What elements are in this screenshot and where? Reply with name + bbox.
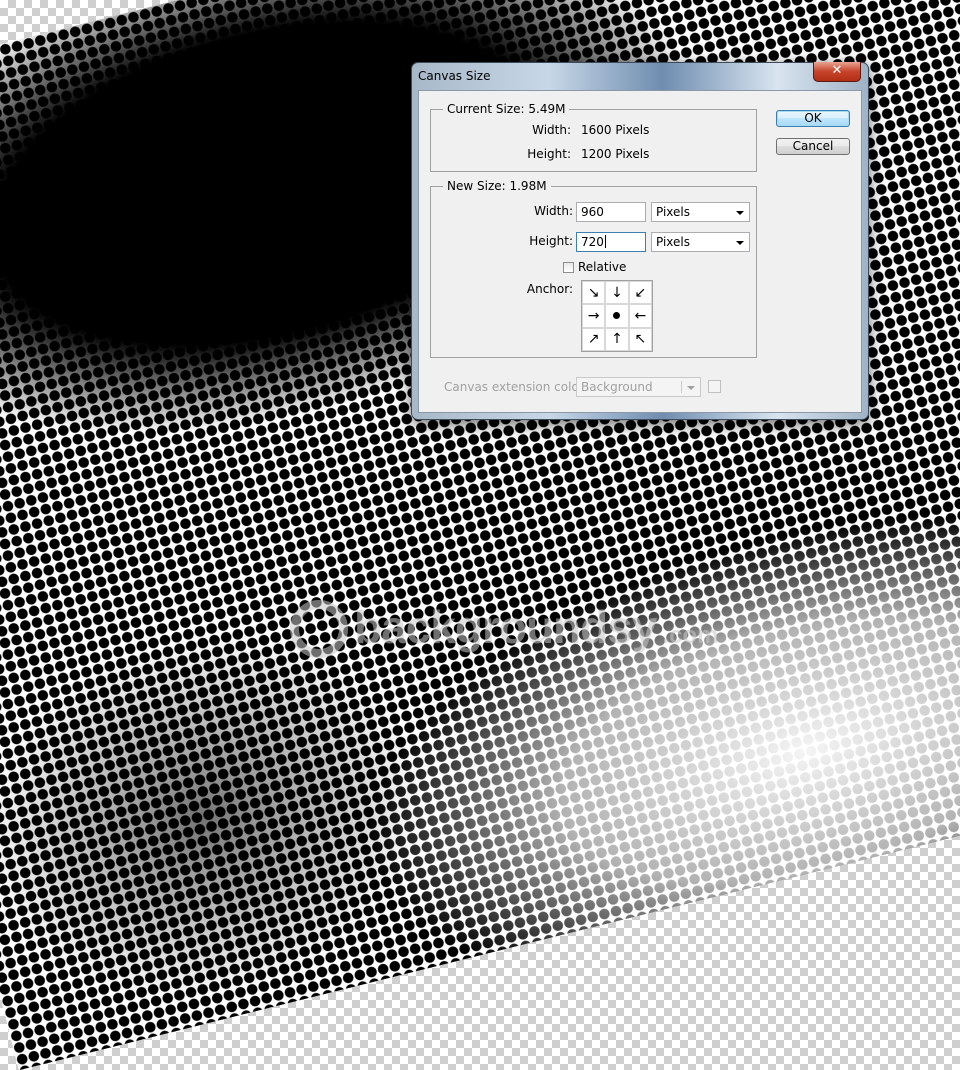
dialog-body: Current Size: 5.49M Width: 1600 Pixels H… [418, 90, 862, 413]
arrow-up-left-icon: ↖ [634, 331, 647, 348]
current-height-label: Height: [527, 147, 571, 161]
extension-color-swatch[interactable] [708, 380, 721, 393]
cancel-button[interactable]: Cancel [776, 138, 850, 155]
new-width-label: Width: [534, 204, 573, 218]
arrow-down-icon: ↓ [611, 284, 623, 301]
height-input-value: 720 [581, 235, 604, 249]
height-input[interactable]: 720 [576, 232, 646, 252]
height-unit-value: Pixels [656, 235, 691, 249]
watermark-text: backgroundsy [354, 601, 657, 653]
extension-color-select[interactable]: Background [576, 377, 701, 397]
relative-label[interactable]: Relative [578, 260, 626, 274]
new-size-legend: New Size: 1.98M [443, 179, 551, 193]
width-unit-value: Pixels [656, 205, 691, 219]
chevron-down-icon [687, 386, 695, 390]
ok-button[interactable]: OK [776, 110, 850, 127]
anchor-label: Anchor: [526, 282, 573, 296]
anchor-bottom-center[interactable]: ↑ [605, 327, 629, 351]
arrow-up-icon: ↑ [611, 331, 623, 348]
text-caret [604, 235, 606, 248]
extension-color-value: Background [581, 380, 653, 394]
anchor-middle-left[interactable]: → [582, 304, 606, 328]
anchor-top-right[interactable]: ↙ [628, 281, 652, 305]
current-height-value: 1200 Pixels [581, 147, 650, 161]
height-unit-select[interactable]: Pixels [651, 232, 750, 252]
anchor-middle-right[interactable]: ← [628, 304, 652, 328]
anchor-top-left[interactable]: ↘ [582, 281, 606, 305]
chevron-down-icon [736, 241, 744, 245]
canvas-size-dialog: Canvas Size ✕ Current Size: 5.49M Width:… [411, 62, 869, 420]
new-height-label: Height: [529, 234, 573, 248]
title-bar[interactable]: Canvas Size ✕ [412, 62, 868, 89]
current-size-group: Current Size: 5.49M Width: 1600 Pixels H… [430, 102, 757, 172]
anchor-bottom-left[interactable]: ↗ [582, 327, 606, 351]
width-input-value: 960 [581, 205, 604, 219]
select-divider [681, 381, 682, 393]
anchor-grid: ↘ ↓ ↙ → ← ↗ ↑ ↖ [581, 280, 653, 352]
width-unit-select[interactable]: Pixels [651, 202, 750, 222]
close-button[interactable]: ✕ [813, 62, 861, 82]
watermark-tld: .com [662, 622, 719, 649]
anchor-center[interactable] [605, 304, 629, 328]
watermark: backgroundsy .com [290, 600, 718, 658]
relative-checkbox[interactable] [563, 262, 574, 273]
arrow-left-icon: ← [634, 307, 647, 324]
current-width-value: 1600 Pixels [581, 123, 650, 137]
extension-color-label: Canvas extension color: [444, 380, 588, 394]
chevron-down-icon [736, 211, 744, 215]
width-input[interactable]: 960 [576, 202, 646, 222]
current-size-legend: Current Size: 5.49M [443, 102, 570, 116]
anchor-top-center[interactable]: ↓ [605, 281, 629, 305]
watermark-logo [290, 600, 348, 658]
arrow-down-left-icon: ↙ [634, 284, 647, 301]
dialog-title: Canvas Size [418, 69, 491, 83]
current-width-label: Width: [532, 123, 571, 137]
arrow-down-right-icon: ↘ [587, 284, 600, 301]
arrow-right-icon: → [587, 307, 600, 324]
arrow-up-right-icon: ↗ [587, 331, 600, 348]
anchor-dot-icon [613, 312, 621, 320]
new-size-group: New Size: 1.98M Width: 960 Pixels Height… [430, 179, 757, 358]
anchor-bottom-right[interactable]: ↖ [628, 327, 652, 351]
